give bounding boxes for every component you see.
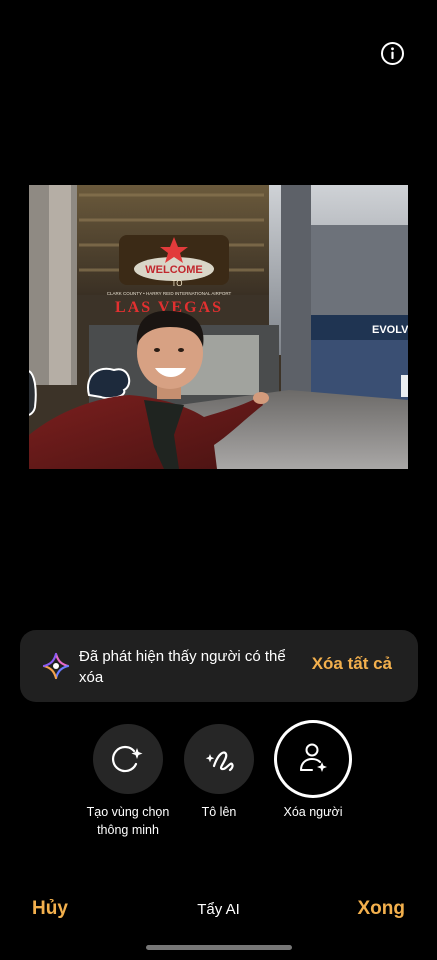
remove-person-button[interactable] [274,720,352,798]
store-sign: EVOLVE [372,324,408,336]
home-indicator[interactable] [146,945,292,950]
ai-sparkle-icon [41,651,71,681]
draw-label: Tô lên [201,805,237,819]
done-button[interactable]: Xong [358,898,406,920]
detection-banner: Đã phát hiện thấy người có thể xóa Xóa t… [20,630,418,702]
sign-airport-text: CLARK COUNTY • HARRY REID INTERNATIONAL … [107,291,232,296]
sign-welcome-text: WELCOME [145,264,202,276]
remove-all-button[interactable]: Xóa tất cả [312,654,392,674]
info-icon[interactable] [380,41,405,66]
smart-selection-icon [112,745,143,773]
remove-person-label: Xóa người [283,805,343,819]
photo-canvas[interactable]: EVOLVE WELCOME TO CLARK COUNTY • HARRY R… [29,185,408,469]
smart-selection-button[interactable] [93,724,163,794]
welcome-sign: WELCOME TO [119,235,229,288]
banner-message: Đã phát hiện thấy người có thể xóa [79,648,286,686]
remove-person-icon [300,743,327,772]
smart-selection-label: Tạo vùng chọn thông minh [86,805,170,837]
draw-icon [205,751,234,772]
sign-to-text: TO [172,279,183,288]
draw-button[interactable] [184,724,254,794]
